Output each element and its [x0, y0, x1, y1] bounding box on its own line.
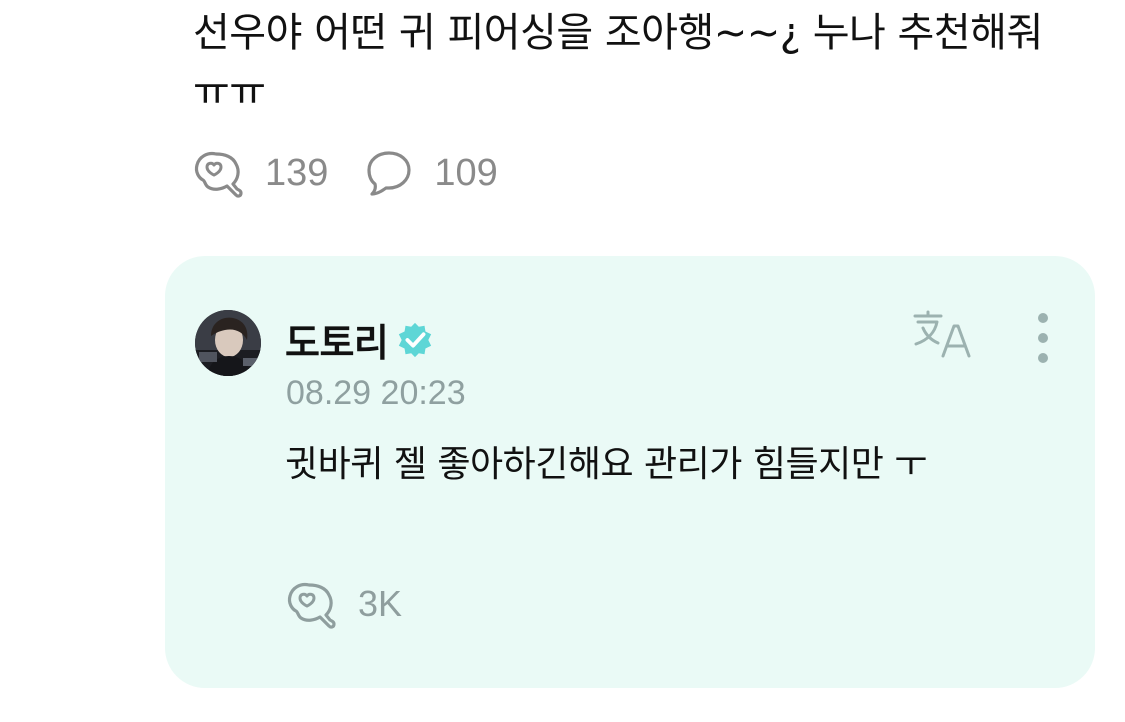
translate-icon [913, 310, 971, 358]
avatar[interactable] [195, 310, 261, 376]
reply-card: 도토리 08.29 20:23 귓바퀴 젤 좋아하긴해요 관리가 힘들지만 ㅜ … [165, 256, 1095, 688]
comment-thread: 선우야 어떤 귀 피어싱을 조아행~~¿ 누나 추천해줘 ㅠㅠ 139 109 [0, 0, 1125, 722]
post-actions: 139 109 [193, 146, 534, 200]
more-options-button[interactable] [1031, 310, 1055, 366]
post-comment-count: 109 [434, 151, 498, 194]
heart-sticker-icon [287, 582, 336, 629]
reply-author[interactable]: 도토리 [285, 312, 434, 367]
post-comment-button[interactable]: 109 [364, 148, 498, 198]
heart-sticker-icon [194, 151, 243, 198]
post-text: 선우야 어떤 귀 피어싱을 조아행~~¿ 누나 추천해줘 ㅠㅠ [193, 10, 1043, 115]
reply-reaction-button[interactable]: 3K [286, 578, 402, 630]
speech-bubble-icon [367, 151, 412, 196]
reply-text: 귓바퀴 젤 좋아하긴해요 관리가 힘들지만 ㅜ [285, 444, 927, 485]
reply-timestamp: 08.29 20:23 [286, 374, 466, 412]
verified-badge-icon [399, 322, 432, 357]
post-reaction-count: 139 [265, 151, 329, 194]
reply-reaction-count: 3K [358, 583, 403, 624]
author-name: 도토리 [285, 321, 389, 365]
avatar-photo [195, 310, 261, 376]
more-vertical-icon [1038, 313, 1048, 363]
translate-button[interactable] [911, 310, 973, 364]
post-reaction-button[interactable]: 139 [193, 147, 328, 199]
